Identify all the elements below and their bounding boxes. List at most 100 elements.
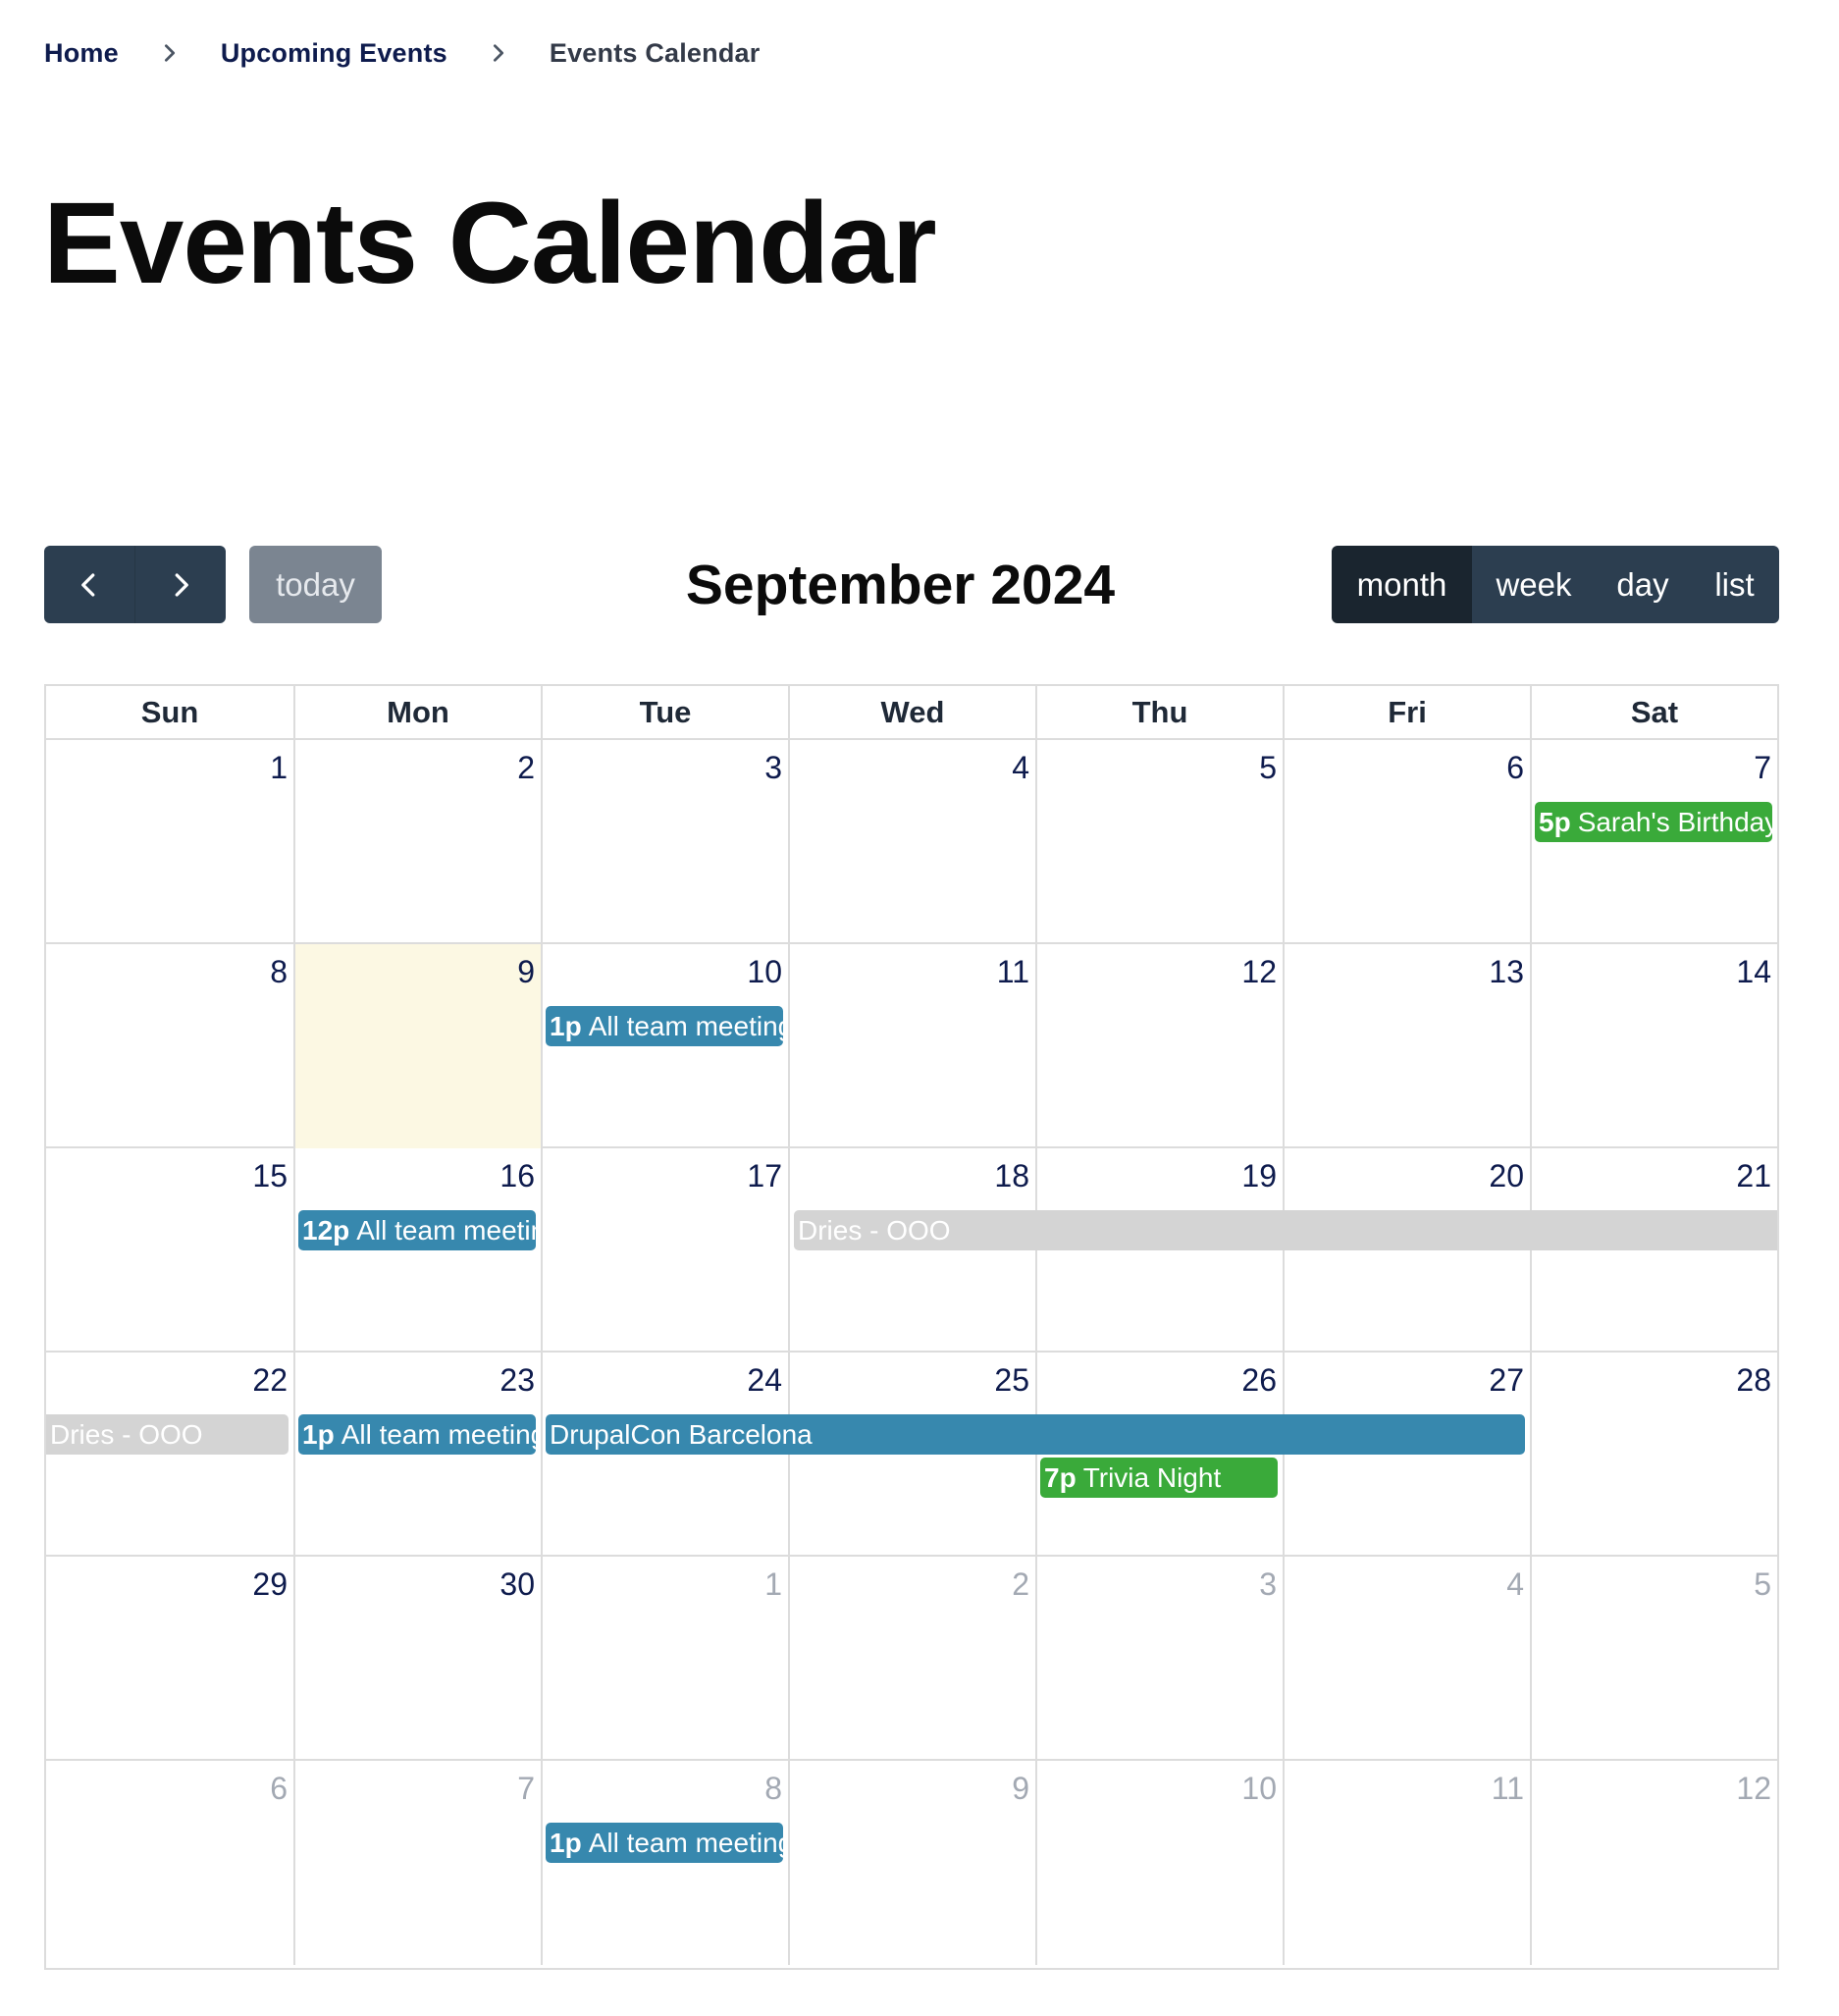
day-number[interactable]: 28: [1736, 1362, 1771, 1399]
breadcrumb-home-link[interactable]: Home: [44, 38, 119, 69]
day-cell[interactable]: 16: [293, 1148, 541, 1353]
day-number[interactable]: 4: [1012, 750, 1029, 786]
event-trivia-night[interactable]: 7p Trivia Night: [1040, 1458, 1278, 1498]
event-all-team-meeting[interactable]: 1p All team meeting: [546, 1823, 783, 1863]
day-cell-other-month[interactable]: 11: [1283, 1761, 1530, 1965]
day-number[interactable]: 27: [1489, 1362, 1524, 1399]
day-number[interactable]: 16: [499, 1158, 535, 1194]
day-cell[interactable]: 10: [541, 944, 788, 1148]
day-cell[interactable]: 12: [1035, 944, 1283, 1148]
day-cell[interactable]: 23: [293, 1353, 541, 1557]
day-cell[interactable]: 18: [788, 1148, 1035, 1353]
day-cell[interactable]: 5: [1035, 740, 1283, 944]
day-cell-other-month[interactable]: 6: [46, 1761, 293, 1965]
list-view-button[interactable]: list: [1690, 546, 1779, 623]
day-number[interactable]: 30: [499, 1566, 535, 1603]
day-number[interactable]: 14: [1736, 954, 1771, 990]
day-number[interactable]: 18: [994, 1158, 1029, 1194]
day-number[interactable]: 9: [1012, 1771, 1029, 1807]
day-number[interactable]: 9: [517, 954, 535, 990]
day-number[interactable]: 5: [1259, 750, 1277, 786]
day-number[interactable]: 26: [1241, 1362, 1277, 1399]
day-cell[interactable]: 6: [1283, 740, 1530, 944]
day-number[interactable]: 12: [1736, 1771, 1771, 1807]
day-number[interactable]: 8: [270, 954, 288, 990]
day-cell[interactable]: 20: [1283, 1148, 1530, 1353]
day-number[interactable]: 2: [1012, 1566, 1029, 1603]
event-dries-ooo[interactable]: Dries - OOO: [46, 1414, 289, 1455]
day-cell[interactable]: 19: [1035, 1148, 1283, 1353]
day-cell[interactable]: 26: [1035, 1353, 1283, 1557]
day-number[interactable]: 19: [1241, 1158, 1277, 1194]
day-number[interactable]: 1: [764, 1566, 782, 1603]
day-number[interactable]: 1: [270, 750, 288, 786]
day-number[interactable]: 7: [517, 1771, 535, 1807]
event-dries-ooo[interactable]: Dries - OOO: [794, 1210, 1777, 1250]
day-number[interactable]: 13: [1489, 954, 1524, 990]
day-cell[interactable]: 1: [46, 740, 293, 944]
day-cell[interactable]: 2: [293, 740, 541, 944]
day-cell[interactable]: 4: [788, 740, 1035, 944]
day-number[interactable]: 3: [1259, 1566, 1277, 1603]
day-view-button[interactable]: day: [1596, 546, 1690, 623]
event-all-team-meeting[interactable]: 12pAll team meeting: [298, 1210, 536, 1250]
day-number[interactable]: 4: [1506, 1566, 1524, 1603]
day-number[interactable]: 5: [1754, 1566, 1771, 1603]
day-cell[interactable]: 15: [46, 1148, 293, 1353]
day-number[interactable]: 11: [1492, 1771, 1524, 1807]
next-month-button[interactable]: [134, 546, 226, 623]
day-number[interactable]: 11: [997, 954, 1029, 990]
day-number[interactable]: 17: [747, 1158, 782, 1194]
day-number[interactable]: 20: [1489, 1158, 1524, 1194]
day-cell[interactable]: 21: [1530, 1148, 1777, 1353]
day-cell[interactable]: 24: [541, 1353, 788, 1557]
day-number[interactable]: 10: [1241, 1771, 1277, 1807]
day-cell-other-month[interactable]: 9: [788, 1761, 1035, 1965]
event-all-team-meeting[interactable]: 1p All team meeting: [298, 1414, 536, 1455]
day-cell[interactable]: 28: [1530, 1353, 1777, 1557]
day-cell[interactable]: 13: [1283, 944, 1530, 1148]
day-number[interactable]: 21: [1736, 1158, 1771, 1194]
day-cell-today[interactable]: 9: [293, 944, 541, 1148]
prev-month-button[interactable]: [44, 546, 134, 623]
event-drupalcon-barcelona[interactable]: DrupalCon Barcelona: [546, 1414, 1525, 1455]
event-all-team-meeting[interactable]: 1p All team meeting: [546, 1006, 783, 1046]
day-number[interactable]: 7: [1754, 750, 1771, 786]
day-cell[interactable]: 27: [1283, 1353, 1530, 1557]
day-cell[interactable]: 3: [541, 740, 788, 944]
day-cell[interactable]: 25: [788, 1353, 1035, 1557]
day-number[interactable]: 15: [252, 1158, 288, 1194]
day-number[interactable]: 3: [764, 750, 782, 786]
day-cell-other-month[interactable]: 8: [541, 1761, 788, 1965]
month-view-button[interactable]: month: [1332, 546, 1472, 623]
day-cell-other-month[interactable]: 3: [1035, 1557, 1283, 1761]
day-cell[interactable]: 22: [46, 1353, 293, 1557]
day-cell-other-month[interactable]: 2: [788, 1557, 1035, 1761]
day-cell-other-month[interactable]: 4: [1283, 1557, 1530, 1761]
breadcrumb-upcoming-events-link[interactable]: Upcoming Events: [221, 38, 447, 69]
day-number[interactable]: 12: [1241, 954, 1277, 990]
day-cell[interactable]: 8: [46, 944, 293, 1148]
day-number[interactable]: 10: [747, 954, 782, 990]
today-button[interactable]: today: [249, 546, 382, 623]
day-number[interactable]: 29: [252, 1566, 288, 1603]
day-cell[interactable]: 17: [541, 1148, 788, 1353]
day-number[interactable]: 23: [499, 1362, 535, 1399]
day-cell[interactable]: 7: [1530, 740, 1777, 944]
day-number[interactable]: 8: [764, 1771, 782, 1807]
day-cell-other-month[interactable]: 1: [541, 1557, 788, 1761]
day-cell[interactable]: 30: [293, 1557, 541, 1761]
day-number[interactable]: 24: [747, 1362, 782, 1399]
day-cell-other-month[interactable]: 12: [1530, 1761, 1777, 1965]
day-number[interactable]: 2: [517, 750, 535, 786]
day-cell-other-month[interactable]: 5: [1530, 1557, 1777, 1761]
day-number[interactable]: 6: [270, 1771, 288, 1807]
day-number[interactable]: 25: [994, 1362, 1029, 1399]
day-number[interactable]: 22: [252, 1362, 288, 1399]
day-cell[interactable]: 14: [1530, 944, 1777, 1148]
event-sarahs-birthday[interactable]: 5p Sarah's Birthday: [1535, 802, 1772, 842]
day-cell[interactable]: 11: [788, 944, 1035, 1148]
week-view-button[interactable]: week: [1472, 546, 1596, 623]
day-number[interactable]: 6: [1506, 750, 1524, 786]
day-cell-other-month[interactable]: 10: [1035, 1761, 1283, 1965]
